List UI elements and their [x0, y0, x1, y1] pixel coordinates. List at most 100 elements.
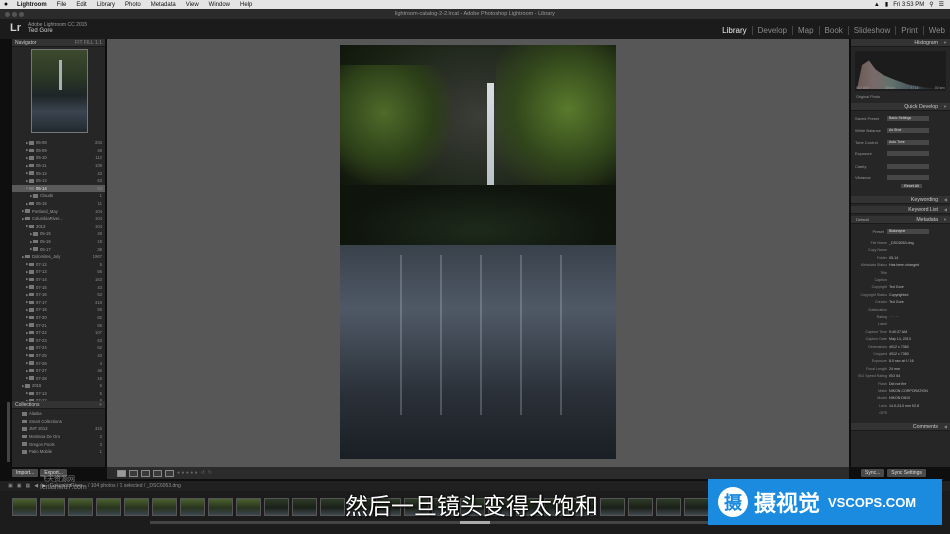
filmstrip-scrollbar[interactable]	[150, 521, 800, 524]
menu-edit[interactable]: Edit	[71, 2, 91, 8]
metadata-value[interactable]: 05-14	[889, 256, 898, 260]
folder-item[interactable]: ▶ 07-28 19	[12, 374, 105, 382]
folder-item[interactable]: ▶ 07-25 43	[12, 352, 105, 360]
vibrance-stepper[interactable]	[887, 174, 929, 180]
metadata-value[interactable]: Ted Gore	[889, 285, 904, 289]
collections-header[interactable]: Collections +	[12, 401, 105, 409]
filmstrip-thumbnail[interactable]	[152, 498, 177, 516]
filmstrip-thumbnail[interactable]	[180, 498, 205, 516]
menu-metadata[interactable]: Metadata	[146, 2, 181, 8]
filmstrip-thumbnail[interactable]	[40, 498, 65, 516]
folder-item[interactable]: ▶ 07-27 46	[12, 367, 105, 375]
collapse-icon[interactable]: ▼	[943, 104, 947, 109]
metadata-preset-select[interactable]: Blakedyne	[887, 228, 929, 234]
folder-item[interactable]: ▶ 07-23 63	[12, 336, 105, 344]
keywording-header[interactable]: Keywording ◀	[851, 196, 950, 204]
loupe-view-icon[interactable]	[129, 469, 138, 477]
folder-item[interactable]: ▶ 05-13 63	[12, 177, 105, 185]
battery-icon[interactable]: ▮	[885, 1, 888, 8]
metadata-value[interactable]: 8.0 sec at f / 16	[889, 359, 914, 363]
menu-help[interactable]: Help	[235, 2, 257, 8]
folder-item[interactable]: ▶ Clouds 1	[12, 192, 105, 200]
filmstrip-thumbnail[interactable]	[264, 498, 289, 516]
rating-stars-icon[interactable]: ● ● ● ● ●	[177, 470, 198, 476]
collection-item[interactable]: Patio Mobile 1	[12, 448, 105, 456]
menu-file[interactable]: File	[52, 2, 72, 8]
survey-view-icon[interactable]	[153, 469, 162, 477]
exposure-stepper[interactable]	[887, 150, 929, 156]
collapse-icon[interactable]: ◀	[944, 424, 947, 429]
filmstrip-thumbnail[interactable]	[236, 498, 261, 516]
folder-item[interactable]: ▶ 05-17 38	[12, 245, 105, 253]
module-book[interactable]: Book	[818, 26, 848, 35]
close-window-icon[interactable]	[5, 12, 10, 17]
folder-item[interactable]: ▶ 07-14 163	[12, 276, 105, 284]
metadata-value[interactable]: 24 mm	[889, 367, 900, 371]
search-icon[interactable]: ⚲	[929, 1, 933, 8]
folder-item[interactable]: ▶ 05-10 112	[12, 154, 105, 162]
folder-item[interactable]: ▶ 05-08 203	[12, 139, 105, 147]
module-library[interactable]: Library	[717, 26, 751, 35]
list-icon[interactable]: ☰	[939, 1, 944, 8]
white-balance-select[interactable]: As Shot	[887, 127, 929, 133]
wifi-icon[interactable]: ▲	[874, 2, 880, 8]
filmstrip-thumbnail[interactable]	[600, 498, 625, 516]
navigator-header[interactable]: Navigator FIT FILL 1:1	[12, 39, 105, 47]
second-window-icon[interactable]: ▣	[17, 483, 22, 489]
histogram-header[interactable]: Histogram ▼	[851, 39, 950, 47]
module-web[interactable]: Web	[922, 26, 950, 35]
module-print[interactable]: Print	[895, 26, 922, 35]
left-panel-scrollbar[interactable]	[7, 402, 10, 462]
folder-item[interactable]: ▶ 05-12 43	[12, 169, 105, 177]
sync-settings-button[interactable]: Sync Settings	[887, 469, 926, 477]
comments-header[interactable]: Comments ◀	[851, 423, 950, 431]
collapse-icon[interactable]: ▼	[943, 217, 947, 222]
collapse-icon[interactable]: ◀	[944, 207, 947, 212]
metadata-value[interactable]: Did not fire	[889, 382, 906, 386]
rotate-left-icon[interactable]: ↺	[201, 470, 205, 476]
folder-item[interactable]: ▶ Dolomites_July 1967	[12, 253, 105, 261]
navigator-preview[interactable]	[31, 49, 88, 133]
filmstrip-thumbnail[interactable]	[96, 498, 121, 516]
metadata-value[interactable]: 4912 x 7360	[889, 345, 909, 349]
folder-item[interactable]: ▶ 07-26 4	[12, 359, 105, 367]
folder-item[interactable]: ▶ 07-18 58	[12, 306, 105, 314]
module-develop[interactable]: Develop	[751, 26, 792, 35]
filmstrip-thumbnail[interactable]	[12, 498, 37, 516]
filmstrip-thumbnail[interactable]	[68, 498, 93, 516]
reset-all-button[interactable]: Reset All	[901, 184, 922, 188]
keyword-list-header[interactable]: Keyword List ◀	[851, 206, 950, 214]
folder-item[interactable]: ▶ 07-12 5	[12, 261, 105, 269]
folder-item[interactable]: ▶ 05-11 109	[12, 162, 105, 170]
collapse-icon[interactable]: ◀	[944, 197, 947, 202]
grid-icon[interactable]: ▦	[25, 483, 30, 489]
folder-item[interactable]: ▶ 05-09 48	[12, 147, 105, 155]
folder-item[interactable]: ▶ 07-13 5	[12, 390, 105, 398]
people-view-icon[interactable]	[165, 469, 174, 477]
metadata-value[interactable]: 4912 x 7360	[889, 352, 909, 356]
menu-photo[interactable]: Photo	[120, 2, 146, 8]
grid-view-icon[interactable]	[117, 469, 126, 477]
metadata-value[interactable]: Ted Gore	[889, 300, 904, 304]
folder-item[interactable]: ▶ 05-14 84	[12, 184, 105, 193]
folder-item[interactable]: ▶ 07-21 68	[12, 321, 105, 329]
saved-preset-select[interactable]: Basic Settings	[887, 115, 929, 121]
minimize-window-icon[interactable]	[12, 12, 17, 17]
folder-item[interactable]: ▶ 07-16 53	[12, 291, 105, 299]
folder-item[interactable]: ▶ 2013 104	[12, 223, 105, 231]
folder-item[interactable]: ▶ 05-16 18	[12, 238, 105, 246]
collection-item[interactable]: Smart Collections	[12, 418, 105, 426]
metadata-value[interactable]: Copyrighted	[889, 293, 908, 297]
sync-button[interactable]: Sync...	[861, 469, 885, 477]
module-slideshow[interactable]: Slideshow	[847, 26, 895, 35]
main-window-icon[interactable]: ▣	[8, 483, 13, 489]
clarity-stepper[interactable]	[887, 163, 929, 169]
navigator-zoom-options[interactable]: FIT FILL 1:1	[75, 40, 102, 46]
menu-view[interactable]: View	[181, 2, 204, 8]
folder-item[interactable]: ▶ 2015 5	[12, 382, 105, 390]
folder-item[interactable]: ▶ 07-17 319	[12, 298, 105, 306]
folder-item[interactable]: ▶ 07-24 62	[12, 344, 105, 352]
folder-item[interactable]: ▶ 07-15 43	[12, 283, 105, 291]
folder-item[interactable]: ▶ Portland_May 104	[12, 207, 105, 215]
metadata-value[interactable]: 9:40:37 AM	[889, 330, 907, 334]
